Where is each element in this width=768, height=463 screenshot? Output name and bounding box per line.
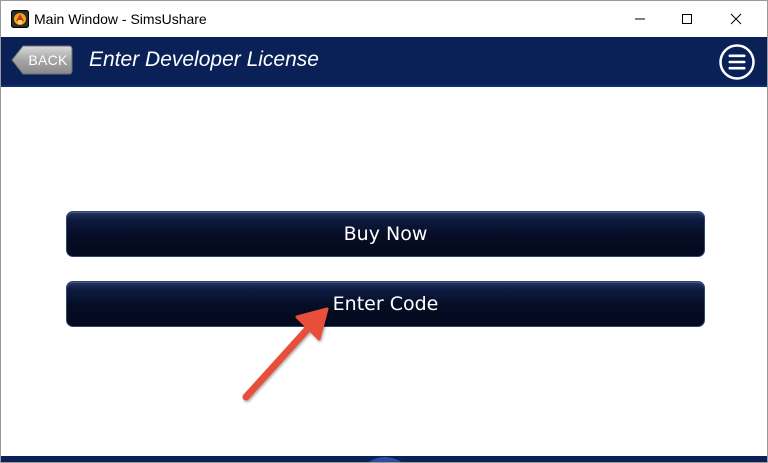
red-arrow-icon [242, 307, 329, 401]
maximize-button[interactable] [664, 1, 710, 37]
main-window: Main Window - SimsUshare BACK Enter Deve… [0, 0, 768, 463]
minimize-icon [635, 18, 645, 20]
back-button-label[interactable]: BACK [25, 45, 71, 75]
close-icon [730, 13, 742, 25]
app-header: BACK Enter Developer License [1, 37, 767, 87]
enter-code-button[interactable]: Enter Code [66, 281, 705, 327]
close-button[interactable] [713, 1, 759, 37]
bottom-tab-indicator [368, 457, 402, 462]
buy-now-button[interactable]: Buy Now [66, 211, 705, 257]
app-icon [11, 10, 29, 28]
maximize-icon [682, 14, 692, 24]
hamburger-menu-icon[interactable] [718, 43, 756, 81]
title-bar: Main Window - SimsUshare [1, 1, 767, 37]
minimize-button[interactable] [617, 1, 663, 37]
window-title: Main Window - SimsUshare [34, 11, 207, 27]
page-title: Enter Developer License [89, 48, 319, 71]
